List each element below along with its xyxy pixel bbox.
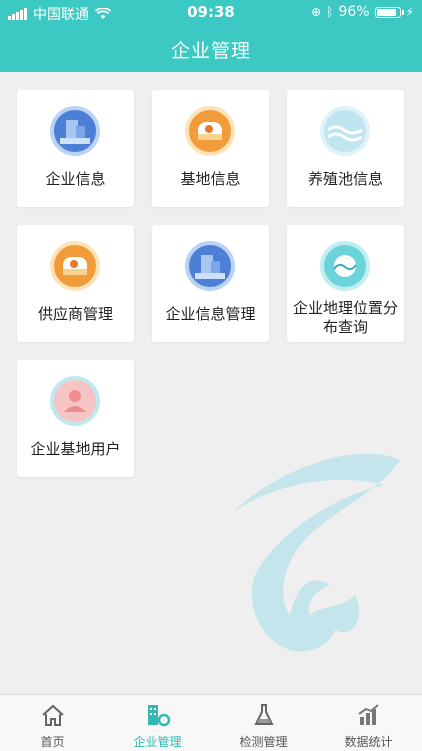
card-enterprise-info[interactable]: 企业信息 bbox=[17, 90, 134, 207]
card-label: 企业地理位置分布查询 bbox=[292, 299, 398, 336]
header-bar: 中国联通 09:38 ⊕ ᛒ 96% ⚡ 企业管理 bbox=[0, 0, 422, 72]
card-base-info[interactable]: 基地信息 bbox=[152, 90, 269, 207]
user-icon bbox=[50, 376, 100, 426]
flask-icon bbox=[254, 704, 274, 725]
card-supplier-manage[interactable]: 供应商管理 bbox=[17, 225, 134, 342]
pond-icon bbox=[320, 106, 370, 156]
location-icon bbox=[320, 241, 370, 291]
card-label: 供应商管理 bbox=[37, 305, 113, 323]
building-icon bbox=[50, 106, 100, 156]
card-label: 企业信息管理 bbox=[165, 305, 256, 323]
card-location-query[interactable]: 企业地理位置分布查询 bbox=[287, 225, 404, 342]
tab-label: 检测管理 bbox=[239, 735, 288, 749]
battery-icon bbox=[374, 6, 404, 18]
tab-bar: 首页 企业管理 检测管理 数据统计 bbox=[0, 694, 422, 751]
tab-label: 数据统计 bbox=[344, 735, 393, 749]
base-icon bbox=[185, 106, 235, 156]
card-label: 企业基地用户 bbox=[30, 440, 121, 458]
card-label: 养殖池信息 bbox=[307, 170, 383, 188]
card-pond-info[interactable]: 养殖池信息 bbox=[287, 90, 404, 207]
bluetooth-icon: ᛒ bbox=[326, 5, 334, 19]
enterprise-icon bbox=[148, 705, 171, 727]
tab-label: 首页 bbox=[40, 735, 65, 749]
tab-inspection[interactable]: 检测管理 bbox=[211, 695, 316, 751]
tab-enterprise[interactable]: 企业管理 bbox=[105, 695, 210, 751]
battery-percent: 96% bbox=[338, 4, 370, 20]
charging-icon: ⚡ bbox=[405, 5, 414, 19]
page-title: 企业管理 bbox=[170, 40, 251, 62]
card-base-users[interactable]: 企业基地用户 bbox=[17, 360, 134, 477]
tab-label: 企业管理 bbox=[133, 735, 182, 749]
orientation-lock-icon: ⊕ bbox=[311, 5, 322, 19]
card-label: 企业信息 bbox=[45, 170, 106, 188]
tab-home[interactable]: 首页 bbox=[0, 695, 105, 751]
fish-watermark bbox=[230, 453, 400, 652]
card-enterprise-info-manage[interactable]: 企业信息管理 bbox=[152, 225, 269, 342]
status-bar: 中国联通 09:38 ⊕ ᛒ 96% ⚡ bbox=[0, 0, 422, 24]
chart-icon bbox=[358, 704, 379, 725]
card-label: 基地信息 bbox=[180, 170, 241, 188]
building-manage-icon bbox=[185, 241, 235, 291]
tab-statistics[interactable]: 数据统计 bbox=[316, 695, 421, 751]
supplier-icon bbox=[50, 241, 100, 291]
home-icon bbox=[42, 704, 64, 726]
